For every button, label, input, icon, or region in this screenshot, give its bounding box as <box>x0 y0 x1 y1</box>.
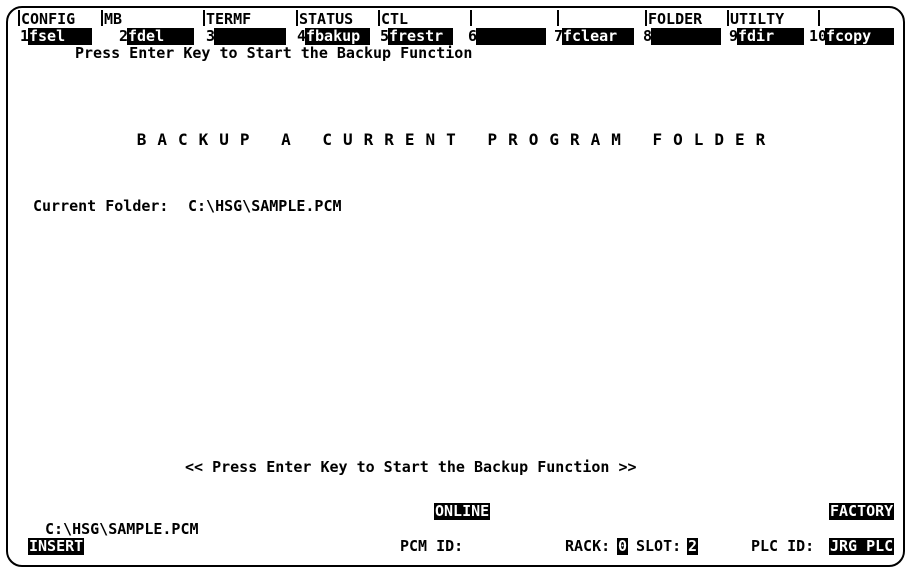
status-path: C:\HSG\SAMPLE.PCM <box>45 520 199 538</box>
menu-separator <box>727 10 729 26</box>
menu-separator <box>101 10 103 26</box>
current-folder-value: C:\HSG\SAMPLE.PCM <box>188 197 342 215</box>
menu-utilty[interactable]: UTILTY <box>730 11 784 28</box>
fkey-3-blank[interactable] <box>214 28 286 45</box>
menu-separator <box>378 10 380 26</box>
slot-label: SLOT: <box>636 537 682 555</box>
menu-separator <box>203 10 205 26</box>
fkey-1-fsel[interactable]: fsel <box>28 28 92 45</box>
prompt-bottom: << Press Enter Key to Start the Backup F… <box>185 458 637 476</box>
menu-folder[interactable]: FOLDER <box>648 11 702 28</box>
fkey-7-fclear[interactable]: fclear <box>562 28 634 45</box>
plc-id-value: JRG PLC <box>829 537 895 555</box>
fkey-8-blank[interactable] <box>651 28 721 45</box>
rack-value: 0 <box>617 537 629 555</box>
rack-label: RACK: <box>565 537 611 555</box>
menu-status[interactable]: STATUS <box>299 11 353 28</box>
menu-separator <box>470 10 472 26</box>
fkey-4-fbakup[interactable]: fbakup <box>305 28 370 45</box>
fkey-9-fdir[interactable]: fdir <box>737 28 804 45</box>
insert-mode-indicator: INSERT <box>28 537 85 555</box>
fkey-5-frestr[interactable]: frestr <box>388 28 453 45</box>
fkey-2-fdel[interactable]: fdel <box>127 28 194 45</box>
online-indicator: ONLINE <box>434 502 491 520</box>
menu-termf[interactable]: TERMF <box>206 11 251 28</box>
menu-separator <box>818 10 820 26</box>
fkey-10-fcopy[interactable]: fcopy <box>825 28 894 45</box>
menu-mb[interactable]: MB <box>104 11 122 28</box>
pcm-id-label: PCM ID: <box>400 537 464 555</box>
menu-separator <box>18 10 20 26</box>
plc-id-label: PLC ID: <box>751 537 815 555</box>
menu-separator <box>645 10 647 26</box>
menu-separator <box>296 10 298 26</box>
slot-value: 2 <box>687 537 699 555</box>
current-folder-label: Current Folder: <box>33 197 169 215</box>
prompt-top: Press Enter Key to Start the Backup Func… <box>75 44 473 62</box>
menu-config[interactable]: CONFIG <box>21 11 75 28</box>
terminal-frame <box>6 6 905 567</box>
menu-separator <box>557 10 559 26</box>
fkey-6-blank[interactable] <box>476 28 546 45</box>
menu-ctl[interactable]: CTL <box>381 11 408 28</box>
screen-title: BACKUP A CURRENT PROGRAM FOLDER <box>136 130 777 149</box>
factory-indicator: FACTORY <box>829 502 895 520</box>
